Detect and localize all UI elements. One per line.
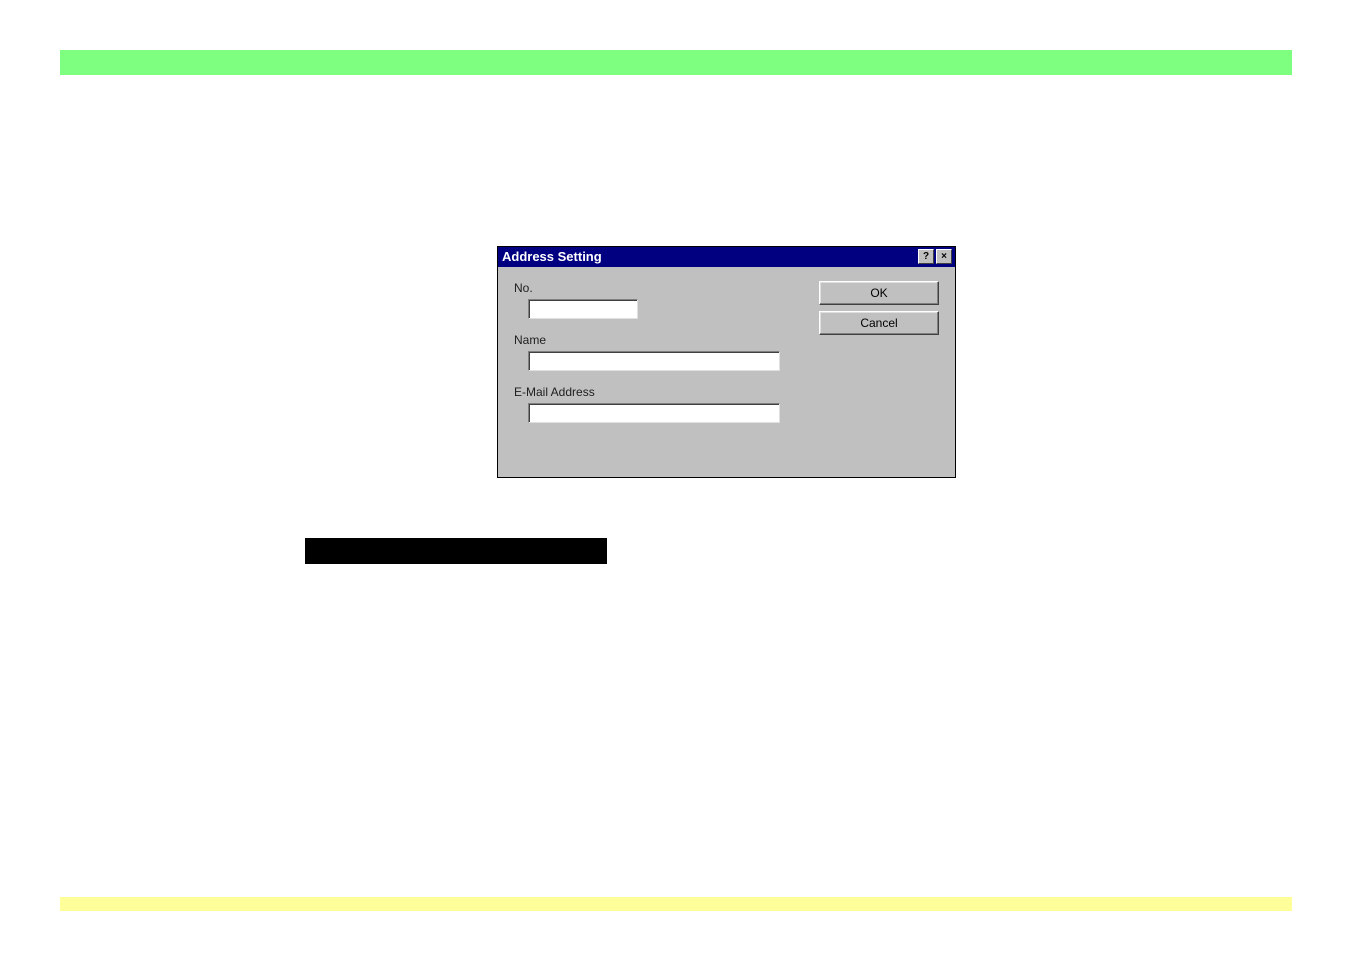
help-icon[interactable]: ? — [918, 249, 934, 264]
input-no[interactable] — [528, 299, 638, 319]
input-name[interactable] — [528, 351, 780, 371]
header-green-bar — [60, 50, 1292, 75]
ok-button[interactable]: OK — [819, 281, 939, 305]
address-setting-dialog: Address Setting ? × No. Name E-Mail Addr… — [497, 246, 956, 478]
footer-yellow-bar — [60, 897, 1292, 911]
form-column: No. Name E-Mail Address — [514, 281, 780, 437]
titlebar[interactable]: Address Setting ? × — [498, 247, 955, 267]
cancel-button[interactable]: Cancel — [819, 311, 939, 335]
field-no: No. — [514, 281, 780, 319]
label-email: E-Mail Address — [514, 385, 780, 399]
field-name: Name — [514, 333, 780, 371]
dialog-body: No. Name E-Mail Address OK Cancel — [498, 267, 955, 477]
label-no: No. — [514, 281, 780, 295]
field-email: E-Mail Address — [514, 385, 780, 423]
black-redaction-bar — [305, 538, 607, 564]
dialog-title: Address Setting — [502, 249, 916, 264]
button-column: OK Cancel — [819, 281, 939, 341]
close-icon[interactable]: × — [936, 249, 952, 264]
input-email[interactable] — [528, 403, 780, 423]
label-name: Name — [514, 333, 780, 347]
